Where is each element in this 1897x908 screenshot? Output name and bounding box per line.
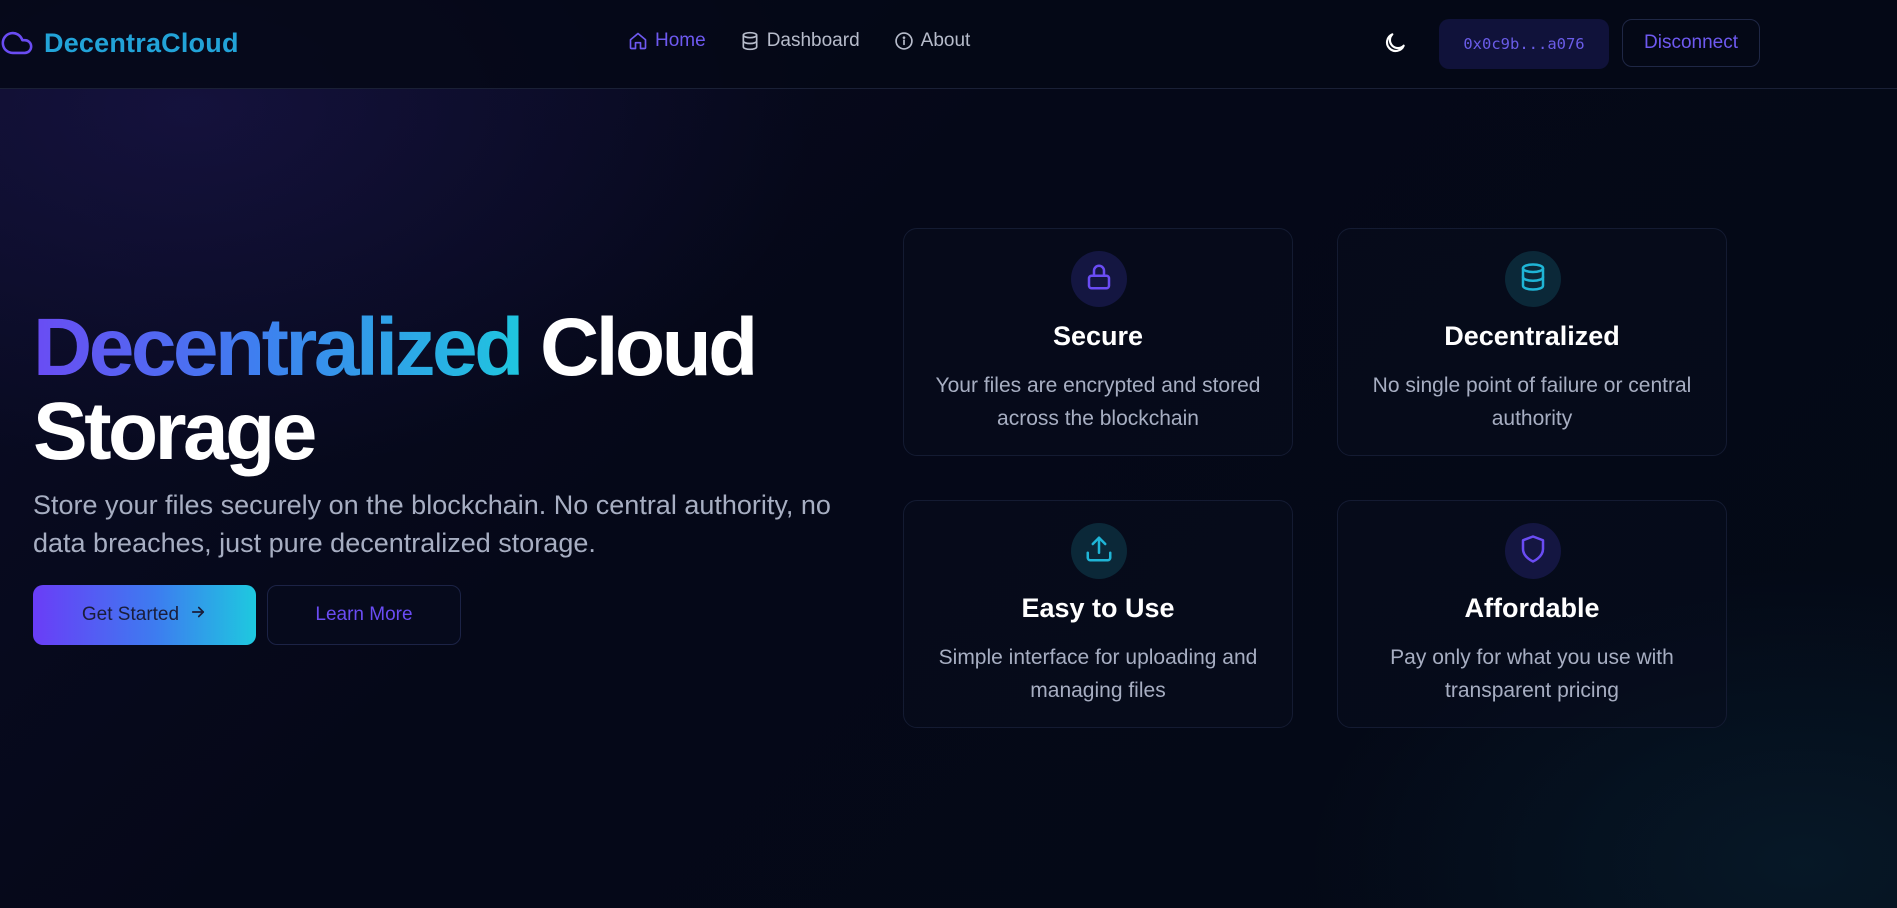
brand-logo-link[interactable]: DecentraCloud — [0, 26, 239, 60]
hero-title: Decentralized Cloud Storage — [33, 306, 853, 474]
learn-more-button[interactable]: Learn More — [267, 585, 461, 645]
feature-icon-wrap — [1505, 523, 1561, 579]
feature-title: Secure — [1052, 321, 1144, 351]
database-icon — [740, 31, 760, 51]
feature-icon-wrap — [1071, 523, 1127, 579]
disconnect-button[interactable]: Disconnect — [1622, 19, 1760, 67]
feature-card-affordable: Affordable Pay only for what you use wit… — [1337, 500, 1727, 728]
cloud-icon — [0, 26, 34, 60]
wallet-address-badge[interactable]: 0x0c9b...a076 — [1439, 19, 1609, 69]
main-nav: Home Dashboard About — [628, 30, 970, 52]
feature-icon-wrap — [1071, 251, 1127, 307]
arrow-right-icon — [189, 603, 207, 627]
nav-item-label: About — [920, 30, 971, 51]
moon-icon — [1382, 30, 1408, 61]
hero-subtitle: Store your files securely on the blockch… — [33, 490, 831, 558]
get-started-label: Get Started — [81, 604, 180, 625]
theme-toggle-button[interactable] — [1381, 31, 1409, 59]
shield-icon — [1518, 534, 1548, 569]
top-navbar: DecentraCloud Home Dashboard About 0x0c9… — [0, 0, 1897, 89]
lock-icon — [1084, 262, 1114, 297]
nav-item-about[interactable]: About — [894, 30, 971, 52]
feature-title: Affordable — [1464, 593, 1600, 623]
info-icon — [894, 31, 914, 51]
nav-item-label: Dashboard — [766, 30, 860, 51]
database-icon — [1518, 262, 1548, 297]
feature-card-decentralized: Decentralized No single point of failure… — [1337, 228, 1727, 456]
upload-icon — [1084, 534, 1114, 569]
feature-card-secure: Secure Your files are encrypted and stor… — [903, 228, 1293, 456]
get-started-button[interactable]: Get Started — [33, 585, 256, 645]
feature-description: Pay only for what you use with transpare… — [1390, 646, 1674, 702]
feature-icon-wrap — [1505, 251, 1561, 307]
nav-item-home[interactable]: Home — [628, 30, 706, 52]
page: DecentraCloud Home Dashboard About 0x0c9… — [0, 0, 1897, 908]
feature-description: Your files are encrypted and stored acro… — [935, 374, 1261, 430]
brand-name: DecentraCloud — [44, 27, 239, 58]
nav-item-label: Home — [655, 30, 706, 51]
home-icon — [628, 31, 648, 51]
feature-title: Easy to Use — [1021, 593, 1175, 623]
feature-description: Simple interface for uploading and manag… — [938, 646, 1258, 702]
feature-card-easy-to-use: Easy to Use Simple interface for uploadi… — [903, 500, 1293, 728]
hero-title-highlight: Decentralized — [33, 302, 524, 393]
nav-item-dashboard[interactable]: Dashboard — [740, 30, 860, 52]
feature-description: No single point of failure or central au… — [1372, 374, 1692, 430]
feature-title: Decentralized — [1444, 321, 1620, 351]
